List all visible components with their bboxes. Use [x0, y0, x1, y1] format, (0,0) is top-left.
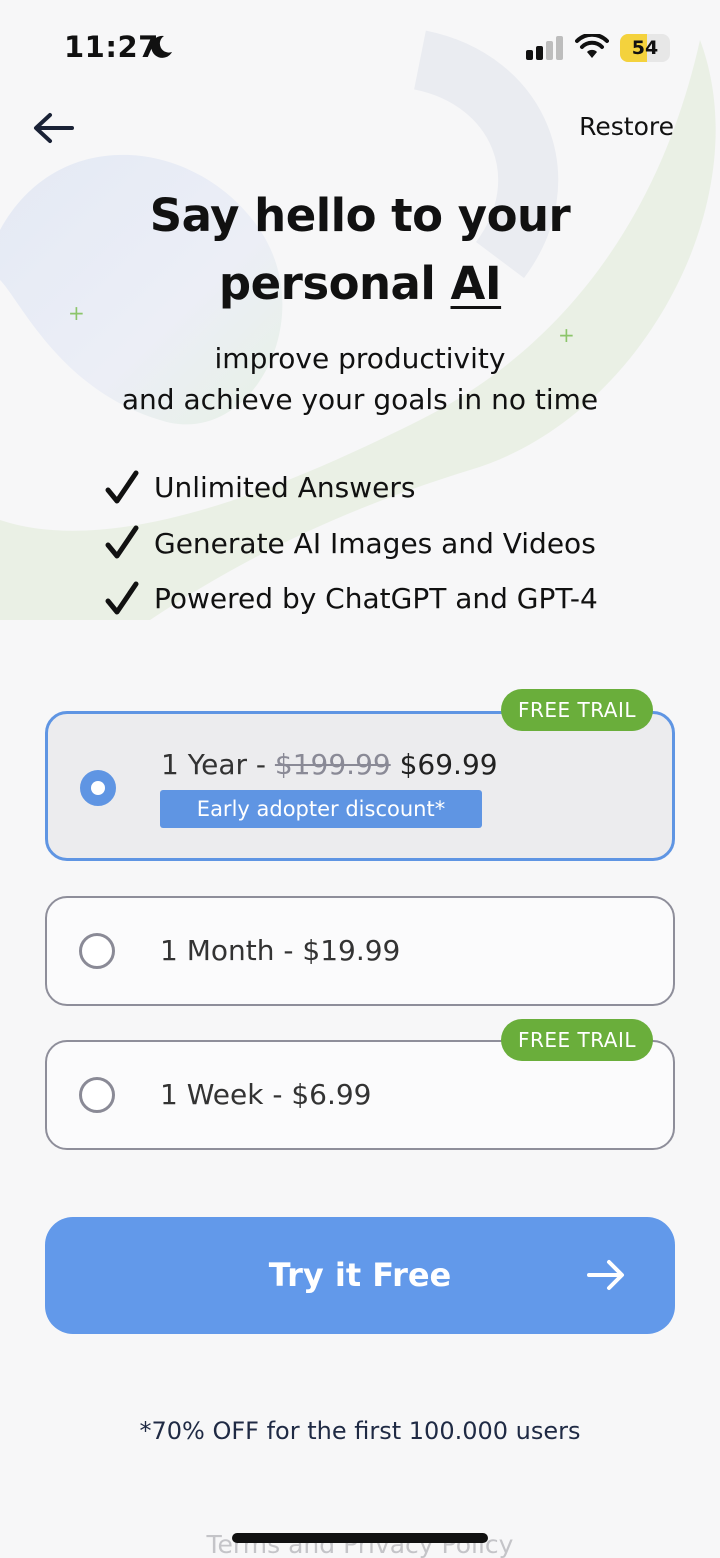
headline-line-2-prefix: personal [218, 257, 451, 310]
subtitle-line-1: improve productivity [214, 342, 506, 375]
radio-button[interactable] [79, 933, 115, 969]
signal-icon [526, 36, 563, 60]
free-trial-badge: FREE TRAIL [501, 1019, 653, 1061]
plan-label-month: 1 Month - $19.99 [160, 934, 401, 967]
feature-label: Powered by ChatGPT and GPT-4 [154, 582, 598, 616]
new-price: $69.99 [390, 748, 498, 781]
plan-duration: 1 Year - [161, 748, 275, 781]
moon-icon [151, 35, 172, 58]
subtitle-line-2: and achieve your goals in no time [121, 383, 599, 416]
plan-option-year[interactable]: 1 Year - $199.99 $69.99 Early adopter di… [45, 711, 675, 861]
feature-item: Powered by ChatGPT and GPT-4 [104, 571, 598, 627]
arrow-left-icon [34, 113, 74, 143]
arrow-right-icon [587, 1260, 624, 1290]
home-indicator [232, 1533, 488, 1543]
feature-label: Generate AI Images and Videos [154, 526, 596, 560]
radio-button-selected[interactable] [80, 770, 116, 806]
feature-item: Unlimited Answers [104, 460, 598, 516]
plan-label-year: 1 Year - $199.99 $69.99 [161, 748, 498, 781]
free-trial-badge: FREE TRAIL [501, 689, 653, 731]
subtitle: improve productivity and achieve your go… [0, 338, 720, 420]
headline-ai-emphasis: AI [450, 257, 502, 310]
radio-button[interactable] [79, 1077, 115, 1113]
status-time: 11:27 [64, 30, 159, 64]
back-button[interactable] [30, 106, 78, 150]
checkmark-icon [105, 470, 139, 504]
feature-list: Unlimited Answers Generate AI Images and… [104, 460, 598, 627]
plan-label-week: 1 Week - $6.99 [160, 1078, 372, 1111]
restore-link[interactable]: Restore [579, 112, 674, 141]
checkmark-icon [105, 581, 139, 615]
page-title: Say hello to your personal AI [0, 182, 720, 318]
cta-label: Try it Free [268, 1256, 452, 1294]
discount-badge: Early adopter discount* [160, 790, 482, 828]
feature-item: Generate AI Images and Videos [104, 516, 598, 572]
headline-line-1: Say hello to your [149, 189, 571, 242]
try-free-button[interactable]: Try it Free [45, 1217, 675, 1334]
battery-icon: 54 [620, 34, 670, 62]
old-price: $199.99 [274, 748, 391, 781]
wifi-icon [575, 34, 609, 58]
battery-percent: 54 [631, 37, 659, 59]
plan-option-month[interactable]: 1 Month - $19.99 [45, 896, 675, 1006]
feature-label: Unlimited Answers [154, 471, 416, 505]
discount-footnote: *70% OFF for the first 100.000 users [139, 1417, 581, 1445]
checkmark-icon [105, 525, 139, 559]
status-bar: 11:27 54 [0, 0, 720, 96]
